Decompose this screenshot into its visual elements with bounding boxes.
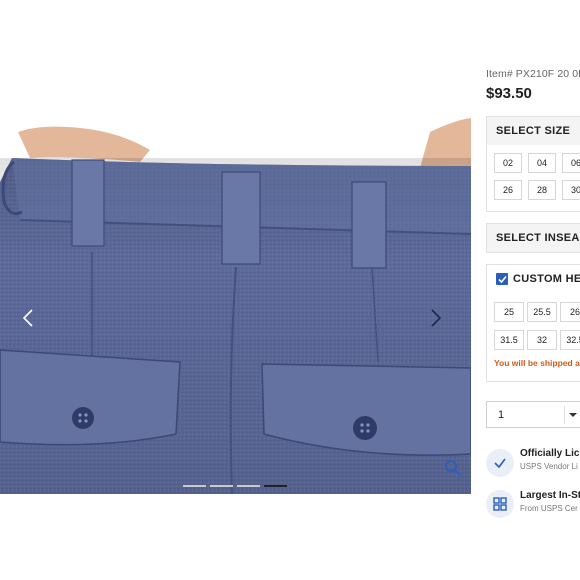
product-photo [0, 118, 471, 494]
gallery-dot[interactable] [237, 485, 260, 487]
size-option[interactable]: 06 [562, 153, 580, 173]
inseam-selector[interactable]: SELECT INSEAM [486, 223, 580, 253]
checkmark-icon [497, 275, 507, 283]
gallery-dot[interactable] [183, 485, 206, 487]
size-option[interactable]: 28 [528, 180, 556, 200]
feature-subtitle: USPS Vendor Li [520, 462, 578, 471]
hem-length-option[interactable]: 31.5 [494, 330, 524, 350]
custom-hem-label[interactable]: CUSTOM HEM [513, 273, 580, 285]
hem-length-option[interactable]: 32 [527, 330, 557, 350]
quantity-value: 1 [498, 409, 505, 421]
gallery-dot[interactable] [210, 485, 233, 487]
chevron-down-icon [569, 413, 577, 417]
quantity-select[interactable]: 1 [486, 401, 580, 428]
product-image-gallery[interactable] [0, 62, 471, 494]
grid-icon [486, 490, 514, 518]
chevron-right-icon [431, 309, 442, 327]
checkmark-icon [486, 449, 514, 477]
gallery-pagination [183, 485, 287, 487]
size-heading: SELECT SIZE [487, 117, 580, 145]
gallery-prev-button[interactable] [18, 306, 38, 330]
gallery-dot-active[interactable] [264, 485, 287, 487]
chevron-left-icon [22, 309, 33, 327]
size-option[interactable]: 26 [494, 180, 522, 200]
product-details-panel: Item# PX210F 20 0B $93.50 SELECT SIZE 02… [486, 62, 580, 580]
size-option[interactable]: 02 [494, 153, 522, 173]
inseam-heading: SELECT INSEAM [487, 224, 580, 252]
product-price: $93.50 [486, 85, 532, 102]
size-option[interactable]: 30 [562, 180, 580, 200]
feature-subtitle: From USPS Cer [520, 504, 578, 513]
gallery-next-button[interactable] [426, 306, 446, 330]
item-number: Item# PX210F 20 0B [486, 68, 580, 80]
quantity-divider [564, 406, 565, 424]
hem-length-option[interactable]: 25 [494, 302, 524, 322]
zoom-icon[interactable] [444, 459, 462, 477]
shipping-notice: You will be shipped a [494, 358, 580, 368]
hem-length-option[interactable]: 26 [560, 302, 580, 322]
hem-length-option[interactable]: 25.5 [527, 302, 557, 322]
size-option[interactable]: 04 [528, 153, 556, 173]
feature-title: Largest In-St [520, 490, 580, 501]
hem-length-option[interactable]: 32.5 [560, 330, 580, 350]
feature-title: Officially Lic [520, 448, 580, 459]
custom-hem-checkbox[interactable] [496, 273, 508, 285]
